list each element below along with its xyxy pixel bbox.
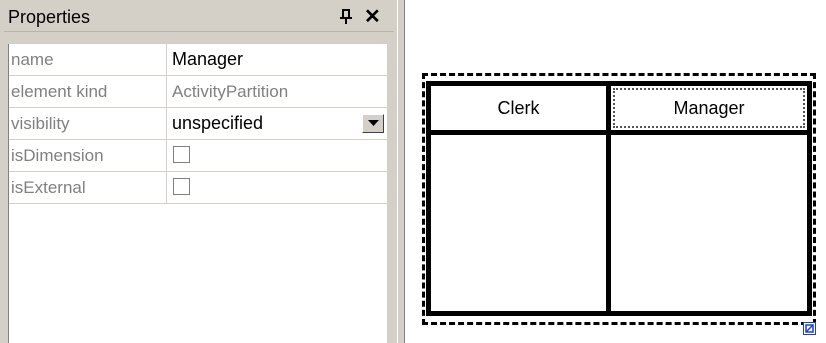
partition-lane-manager[interactable] — [606, 130, 812, 316]
property-value-name[interactable]: Manager — [168, 44, 387, 75]
property-label-name: name — [9, 44, 167, 75]
activity-partition-frame[interactable]: Clerk Manager — [422, 73, 816, 335]
partition-header-clerk[interactable]: Clerk — [426, 81, 611, 135]
visibility-select[interactable]: unspecified — [168, 108, 387, 139]
property-row-element-kind: element kind ActivityPartition — [9, 76, 387, 108]
property-label-isexternal: isExternal — [9, 172, 167, 203]
pin-icon[interactable] — [338, 8, 354, 26]
diagram-canvas[interactable]: Clerk Manager — [405, 0, 826, 343]
property-row-visibility: visibility unspecified — [9, 108, 387, 140]
properties-header: Properties ✕ — [4, 4, 394, 32]
properties-title: Properties — [8, 7, 91, 27]
properties-panel: Properties ✕ name Manager element kind A… — [0, 0, 397, 343]
property-row-name: name Manager — [9, 44, 387, 76]
property-row-isdimension: isDimension — [9, 140, 387, 172]
property-value-isexternal — [168, 172, 387, 203]
property-row-isexternal: isExternal — [9, 172, 387, 204]
partition-header-manager[interactable]: Manager — [606, 81, 812, 135]
visibility-dropdown-button[interactable] — [362, 114, 384, 133]
property-label-element-kind: element kind — [9, 76, 167, 107]
property-value-isdimension — [168, 140, 387, 171]
property-label-visibility: visibility — [9, 108, 167, 139]
chevron-down-icon — [368, 120, 379, 126]
isdimension-checkbox[interactable] — [173, 146, 190, 163]
property-label-isdimension: isDimension — [9, 140, 167, 171]
resize-handle-icon[interactable] — [803, 322, 816, 335]
property-grid: name Manager element kind ActivityPartit… — [8, 44, 387, 343]
isexternal-checkbox[interactable] — [173, 178, 190, 195]
property-value-element-kind: ActivityPartition — [172, 82, 289, 101]
panel-splitter[interactable] — [397, 0, 405, 343]
partition-lane-clerk[interactable] — [426, 130, 611, 316]
visibility-select-value: unspecified — [172, 113, 264, 133]
close-icon[interactable]: ✕ — [364, 6, 381, 28]
